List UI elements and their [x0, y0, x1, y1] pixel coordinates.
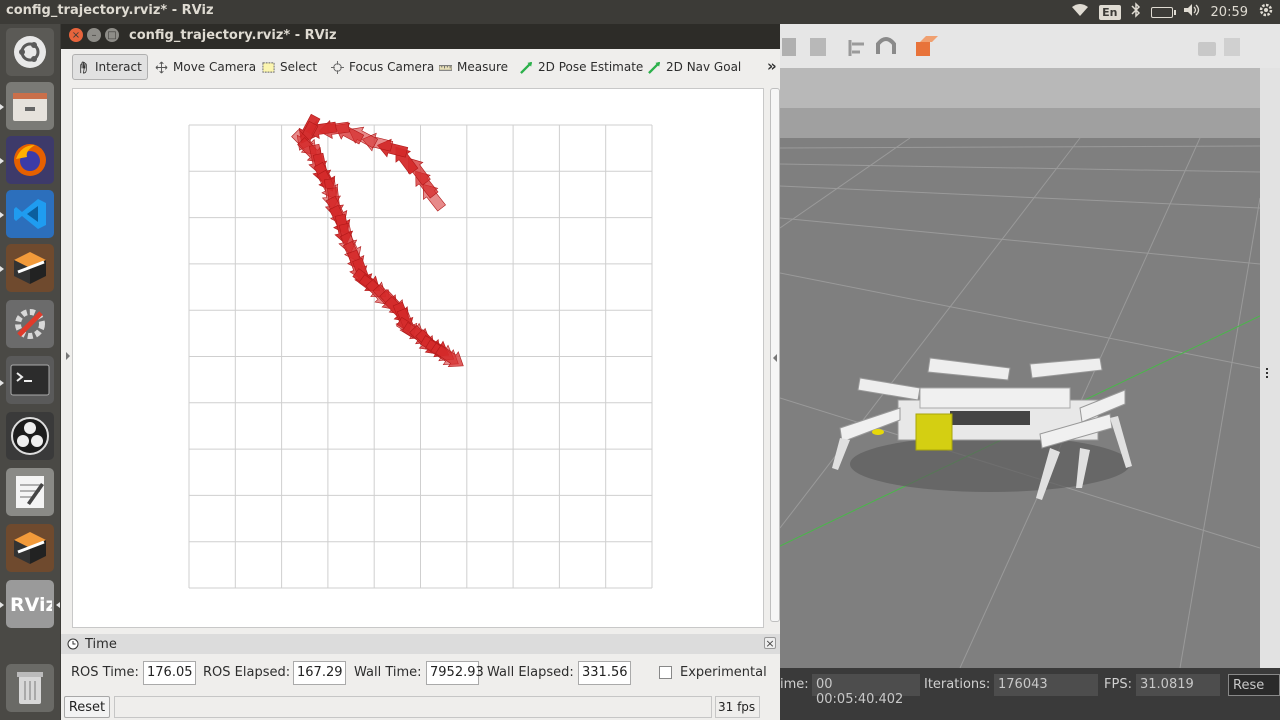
ros-time-field[interactable]: 176.05: [143, 661, 196, 685]
maximize-icon[interactable]: □: [105, 28, 119, 42]
system-tray: En 20:59: [1071, 2, 1274, 22]
fps-label: FPS:: [1104, 677, 1132, 692]
rviz-icon[interactable]: RViz: [6, 580, 54, 628]
select-tool[interactable]: Select: [258, 54, 321, 80]
battery-icon[interactable]: [1150, 6, 1176, 18]
move-icon: [155, 61, 168, 73]
copy-icon[interactable]: [782, 38, 796, 56]
screenshot-icon[interactable]: [1198, 42, 1216, 56]
ros-time-label: ROS Time:: [71, 665, 139, 680]
focused-indicator: [56, 602, 60, 608]
grip-icon[interactable]: [1266, 368, 1270, 378]
close-icon[interactable]: ×: [69, 28, 83, 42]
wall-elapsed-label: Wall Elapsed:: [487, 665, 574, 680]
measure-tool[interactable]: Measure: [435, 54, 512, 80]
ruler-icon: [439, 64, 452, 71]
gazebo-icon-2[interactable]: [6, 524, 54, 572]
clock-icon: [67, 638, 79, 650]
text-editor-icon[interactable]: [6, 468, 54, 516]
svg-text:RViz: RViz: [10, 594, 52, 616]
crosshair-icon: [331, 60, 344, 74]
reference-grid: [188, 124, 653, 589]
experimental-label: Experimental: [680, 665, 767, 680]
right-dock-splitter[interactable]: [765, 88, 780, 628]
fps-indicator: 31 fps: [715, 696, 760, 718]
clock[interactable]: 20:59: [1211, 5, 1248, 20]
keyboard-layout-indicator[interactable]: En: [1099, 4, 1121, 20]
gear-icon[interactable]: [1258, 2, 1274, 22]
gazebo-icon[interactable]: [6, 244, 54, 292]
goal-arrow-icon: [648, 61, 661, 74]
running-indicator: [0, 380, 4, 386]
pose-array-trajectory: [291, 113, 464, 368]
time-panel-title: Time: [85, 637, 117, 652]
rviz-3d-view[interactable]: [72, 88, 764, 628]
log-icon[interactable]: [1224, 38, 1240, 56]
time-panel: Time × ROS Time: 176.05 ROS Elapsed: 167…: [61, 632, 780, 720]
wall-time-label: Wall Time:: [354, 665, 422, 680]
terminal-icon[interactable]: [6, 356, 54, 404]
reset-button[interactable]: Reset: [64, 696, 110, 718]
sim-time-value: 00 00:05:40.402: [812, 674, 920, 707]
launcher: RViz: [0, 24, 60, 720]
gazebo-window: ime: 00 00:05:40.402 Iterations: 176043 …: [780, 24, 1280, 720]
2d-nav-goal-tool[interactable]: 2D Nav Goal: [644, 54, 745, 80]
status-bar: [114, 696, 712, 718]
trash-icon[interactable]: [6, 664, 54, 712]
snap-icon[interactable]: [876, 37, 896, 54]
gazebo-3d-scene[interactable]: [780, 68, 1261, 669]
ubuntu-icon[interactable]: [6, 28, 54, 76]
running-indicator: [0, 212, 4, 218]
wall-time-field[interactable]: 7952.93: [426, 661, 484, 685]
running-indicator: [0, 266, 4, 272]
expand-left-icon[interactable]: [66, 352, 70, 360]
pose-arrow-icon: [520, 61, 533, 74]
ros-elapsed-field[interactable]: 167.29: [293, 661, 346, 685]
running-indicator: [0, 602, 4, 608]
rviz-window: × – □ config_trajectory.rviz* - RViz Int…: [61, 24, 780, 720]
panel-close-icon[interactable]: ×: [764, 637, 776, 650]
fps-value: 31.0819: [1136, 674, 1220, 696]
toolbar-overflow-button[interactable]: »: [767, 57, 777, 75]
minimize-icon[interactable]: –: [87, 28, 101, 42]
running-indicator: [0, 104, 4, 110]
rviz-window-title: config_trajectory.rviz* - RViz: [129, 28, 337, 43]
rviz-toolbar: Interact Move Camera Select Focus Camera…: [61, 49, 780, 85]
wall-elapsed-field[interactable]: 331.56: [578, 661, 631, 685]
wifi-icon[interactable]: [1071, 3, 1089, 21]
top-panel: config_trajectory.rviz* - RViz En 20:59: [0, 0, 1280, 24]
select-box-icon: [262, 61, 275, 73]
gazebo-reset-button[interactable]: Rese: [1228, 674, 1280, 696]
gazebo-side-scroll[interactable]: [1260, 68, 1280, 668]
active-window-title: config_trajectory.rviz* - RViz: [6, 3, 214, 18]
volume-icon[interactable]: [1183, 3, 1201, 21]
gazebo-status-bar: ime: 00 00:05:40.402 Iterations: 176043 …: [780, 668, 1280, 720]
obs-icon[interactable]: [6, 412, 54, 460]
gazebo-toolbar: [780, 24, 1280, 68]
sim-time-label: ime:: [780, 677, 809, 692]
settings-icon[interactable]: [6, 300, 54, 348]
hand-icon: [80, 61, 87, 74]
align-icon[interactable]: [848, 40, 864, 56]
view-angle-icon[interactable]: [916, 42, 930, 56]
experimental-checkbox[interactable]: [659, 666, 672, 679]
files-icon[interactable]: [6, 82, 54, 130]
yellow-box: [915, 413, 953, 451]
vscode-icon[interactable]: [6, 190, 54, 238]
move-camera-tool[interactable]: Move Camera: [151, 54, 260, 80]
iterations-label: Iterations:: [924, 677, 991, 692]
rviz-title-bar[interactable]: × – □ config_trajectory.rviz* - RViz: [61, 24, 780, 49]
interact-tool[interactable]: Interact: [72, 54, 148, 80]
paste-icon[interactable]: [810, 38, 826, 56]
iterations-value: 176043: [994, 674, 1098, 696]
running-indicator: [0, 158, 4, 164]
focus-camera-tool[interactable]: Focus Camera: [327, 54, 438, 80]
bluetooth-icon[interactable]: [1131, 2, 1141, 22]
expand-right-icon[interactable]: [773, 354, 777, 362]
left-dock-splitter[interactable]: [61, 88, 72, 628]
2d-pose-estimate-tool[interactable]: 2D Pose Estimate: [516, 54, 647, 80]
ros-elapsed-label: ROS Elapsed:: [203, 665, 291, 680]
time-panel-header: Time ×: [61, 634, 780, 654]
firefox-icon[interactable]: [6, 136, 54, 184]
